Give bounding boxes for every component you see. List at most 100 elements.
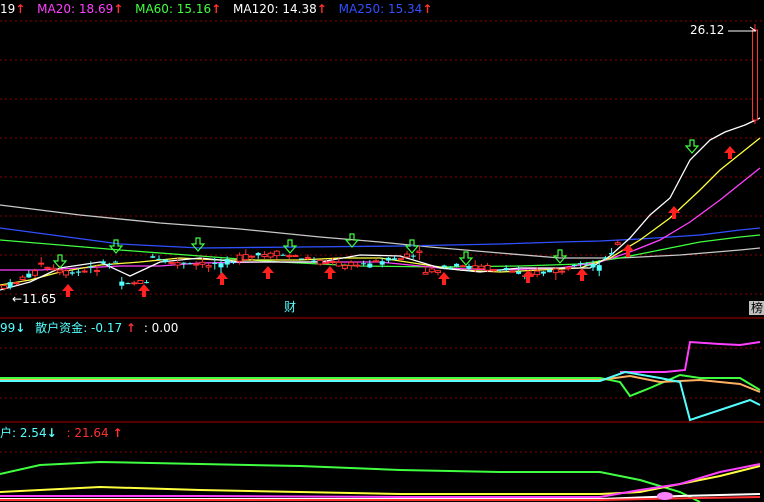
- candle-body: [144, 282, 150, 284]
- candle-body: [361, 263, 367, 265]
- candle-body: [32, 270, 38, 276]
- candle-body: [484, 265, 491, 271]
- panel2-prefix: 99: [0, 321, 16, 335]
- candle-body: [416, 250, 423, 254]
- panel3-marker: [657, 492, 673, 500]
- candle-body: [559, 270, 565, 273]
- sell-signal-arrow: [684, 139, 700, 154]
- main-indicator-legend: 19↑ MA20: 18.69↑ MA60: 15.16↑ MA120: 14.…: [0, 2, 432, 16]
- candle-body: [137, 279, 144, 285]
- signal-arrows: [52, 139, 736, 297]
- candle-body: [466, 265, 472, 269]
- candle-body: [63, 270, 69, 276]
- high-price-value: 26.12: [690, 23, 725, 37]
- sell-signal-arrow: [344, 233, 360, 248]
- candle-body: [304, 256, 311, 259]
- panel3-prefix-arrow: ↓: [46, 426, 57, 440]
- candle-body: [335, 261, 342, 267]
- buy-signal-arrow: [438, 272, 450, 285]
- candle-body: [113, 261, 119, 263]
- candle-body: [503, 268, 509, 271]
- candle-body: [261, 254, 268, 258]
- candle-body: [578, 263, 584, 265]
- candle-body: [323, 262, 330, 265]
- candle-body: [490, 269, 497, 272]
- candle-body: [509, 270, 516, 273]
- candle-body: [119, 281, 125, 286]
- candle-body: [26, 273, 32, 278]
- candle-body: [1, 285, 7, 289]
- candle-body: [329, 260, 336, 263]
- low-price-label: ←11.65: [12, 292, 56, 306]
- candle-body: [212, 262, 218, 264]
- candle-body: [218, 263, 224, 268]
- main-panel-grid: [0, 20, 764, 295]
- candle-body: [299, 258, 305, 260]
- candle-body: [19, 276, 26, 280]
- candle-body: [459, 265, 466, 268]
- candle-body: [497, 269, 503, 271]
- sell-signal-arrow: [190, 237, 206, 252]
- candle-body: [38, 262, 45, 265]
- candle-body: [174, 262, 181, 266]
- finance-badge[interactable]: 财: [282, 300, 298, 314]
- candle-body: [602, 257, 608, 259]
- sell-signal-arrow: [108, 239, 124, 254]
- panel3-value-arrow: ↑: [112, 426, 123, 440]
- low-price-value: 11.65: [22, 292, 57, 306]
- candle-body: [311, 260, 317, 262]
- candle-body: [162, 259, 168, 263]
- candle-body: [13, 282, 20, 285]
- candle-body: [516, 271, 522, 274]
- candle-body: [255, 253, 261, 256]
- candle-body: [81, 270, 88, 273]
- candle-body: [752, 29, 758, 121]
- panel2-indicator-name: 散户资金: [35, 321, 84, 335]
- candle-body: [181, 262, 187, 264]
- candle-body: [156, 258, 162, 260]
- candle-body: [50, 267, 57, 271]
- sell-signal-arrow: [458, 251, 474, 266]
- candlesticks: [1, 24, 758, 291]
- candle-body: [373, 260, 379, 263]
- low-price-pointer: ←: [12, 292, 23, 306]
- sell-signal-arrow: [404, 239, 420, 254]
- panel3-legend: 户: 2.54↓ : 21.64 ↑: [0, 426, 123, 440]
- panel2-prefix-arrow: ↓: [15, 321, 26, 335]
- candle-body: [441, 265, 447, 268]
- candle-body: [100, 261, 106, 264]
- buy-signal-arrow: [138, 284, 150, 297]
- candle-body: [193, 263, 200, 266]
- candle-body: [447, 267, 453, 269]
- buy-signal-arrow: [724, 146, 736, 159]
- rank-badge[interactable]: 榜: [749, 301, 764, 315]
- candle-body: [547, 269, 553, 273]
- candle-body: [472, 265, 479, 270]
- high-price-pointer: [728, 26, 757, 32]
- candle-body: [236, 254, 243, 262]
- candle-body: [428, 268, 435, 273]
- candle-body: [69, 272, 75, 274]
- candle-body: [75, 271, 81, 273]
- panel2-lines: [0, 340, 761, 422]
- panel2-value-arrow: ↑: [125, 321, 136, 335]
- panel2-value: : -0.17: [83, 321, 123, 335]
- candle-body: [168, 261, 175, 264]
- candle-body: [7, 282, 13, 288]
- candle-body: [379, 261, 385, 265]
- candle-body: [348, 261, 355, 266]
- candle-body: [435, 270, 441, 274]
- candle-body: [317, 259, 324, 265]
- candle-body: [88, 266, 94, 268]
- buy-signal-arrow: [262, 266, 274, 279]
- buy-signal-arrow: [522, 270, 534, 283]
- candle-body: [106, 263, 112, 265]
- candle-body: [224, 259, 230, 265]
- candle-body: [392, 258, 398, 260]
- candle-body: [614, 242, 621, 245]
- candle-body: [367, 263, 373, 268]
- panel3-prefix: 户: 2.54: [0, 426, 47, 440]
- candle-body: [273, 250, 280, 257]
- candle-body: [44, 266, 51, 269]
- ma250-readout: MA250: 15.34↑: [338, 2, 433, 16]
